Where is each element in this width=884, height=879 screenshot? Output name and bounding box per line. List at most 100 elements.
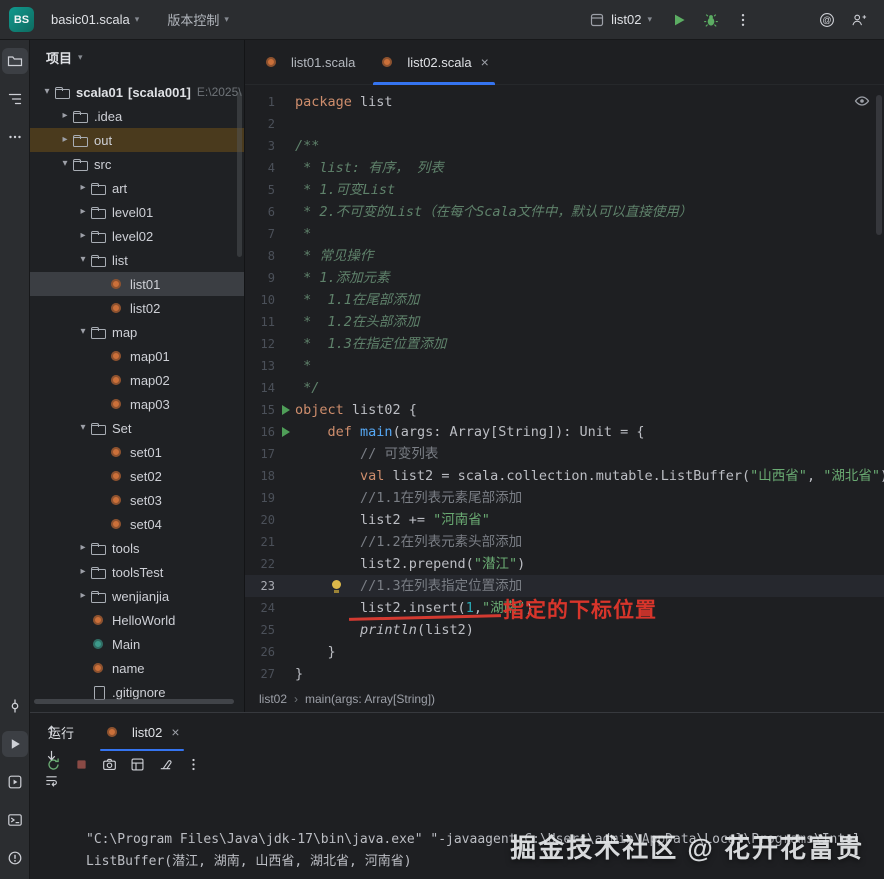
code-line-4[interactable]: 4 * list: 有序， 列表	[245, 157, 884, 179]
chevron-down-icon[interactable]: ▾	[40, 87, 54, 97]
line-number[interactable]: 2	[245, 113, 275, 135]
chevron-right-icon[interactable]: ▸	[76, 231, 90, 241]
editor-tab-list02-scala[interactable]: list02.scala ×	[367, 40, 501, 85]
services-tool-button[interactable]	[2, 769, 28, 795]
line-number[interactable]: 10	[245, 289, 275, 311]
tree-item-list01[interactable]: list01	[30, 272, 244, 296]
run-tool-tool-button[interactable]	[1, 731, 28, 757]
tree-item-helloworld[interactable]: HelloWorld	[30, 608, 244, 632]
close-icon[interactable]: ×	[481, 54, 489, 70]
line-number[interactable]: 15	[245, 399, 275, 421]
code-line-12[interactable]: 12 * 1.3在指定位置添加	[245, 333, 884, 355]
run-gutter-icon[interactable]	[279, 399, 295, 421]
line-number[interactable]: 12	[245, 333, 275, 355]
ai-assistant-button[interactable]: @	[814, 7, 840, 33]
tree-item-out[interactable]: ▸ out	[30, 128, 244, 152]
code-line-7[interactable]: 7 *	[245, 223, 884, 245]
code-area[interactable]: 1 package list 2 3/** 4 * list: 有序， 列表 5 * 1.…	[245, 85, 884, 685]
line-number[interactable]: 26	[245, 641, 275, 663]
tree-item-main[interactable]: Main	[30, 632, 244, 656]
structure-tool-button[interactable]	[2, 86, 28, 112]
code-line-2[interactable]: 2	[245, 113, 884, 135]
tree-item-set02[interactable]: set02	[30, 464, 244, 488]
chevron-right-icon[interactable]: ▸	[76, 183, 90, 193]
kebab-button[interactable]	[186, 757, 201, 772]
line-number[interactable]: 8	[245, 245, 275, 267]
line-number[interactable]: 1	[245, 91, 275, 113]
line-number[interactable]: 25	[245, 619, 275, 641]
tree-item-name[interactable]: name	[30, 656, 244, 680]
line-number[interactable]: 24	[245, 597, 275, 619]
code-line-26[interactable]: 26 }	[245, 641, 884, 663]
chevron-right-icon[interactable]: ▸	[76, 543, 90, 553]
editor-scrollbar[interactable]	[876, 95, 882, 235]
line-number[interactable]: 23	[245, 575, 275, 597]
tree-item-scala01[interactable]: ▾ scala01 [scala001] E:\2025\	[30, 80, 244, 104]
tree-item-wenjianjia[interactable]: ▸ wenjianjia	[30, 584, 244, 608]
breadcrumb-item[interactable]: list02	[259, 692, 287, 706]
code-line-9[interactable]: 9 * 1.添加元素	[245, 267, 884, 289]
up-button[interactable]	[44, 723, 59, 738]
code-line-21[interactable]: 21 //1.2在列表元素头部添加	[245, 531, 884, 553]
restore-layout-button[interactable]	[130, 757, 145, 772]
code-line-22[interactable]: 22 list2.prepend("潜江")	[245, 553, 884, 575]
line-number[interactable]: 13	[245, 355, 275, 377]
line-number[interactable]: 27	[245, 663, 275, 685]
tree-item-toolstest[interactable]: ▸ toolsTest	[30, 560, 244, 584]
project-scrollbar-vertical[interactable]	[237, 92, 242, 257]
tree-item-map03[interactable]: map03	[30, 392, 244, 416]
run-config-selector[interactable]: list02 ▾	[581, 8, 660, 32]
code-line-14[interactable]: 14 */	[245, 377, 884, 399]
tree-item-idea[interactable]: ▸ .idea	[30, 104, 244, 128]
debug-button[interactable]	[698, 7, 724, 33]
chevron-down-icon[interactable]: ▾	[76, 255, 90, 265]
chevron-right-icon[interactable]: ▸	[76, 567, 90, 577]
chevron-right-icon[interactable]: ▸	[76, 591, 90, 601]
run-tab-list02[interactable]: list02 ×	[100, 713, 184, 751]
more-tool-button[interactable]	[2, 124, 28, 150]
tree-item-art[interactable]: ▸ art	[30, 176, 244, 200]
code-with-me-button[interactable]	[846, 7, 872, 33]
tree-item-src[interactable]: ▾ src	[30, 152, 244, 176]
code-line-25[interactable]: 25 println(list2)	[245, 619, 884, 641]
intention-bulb-icon[interactable]	[331, 580, 342, 593]
line-number[interactable]: 16	[245, 421, 275, 443]
app-logo[interactable]: BS	[9, 7, 34, 32]
tree-item-list[interactable]: ▾ list	[30, 248, 244, 272]
code-line-24[interactable]: 24 list2.insert(1,"湖南") 指定的下标位置	[245, 597, 884, 622]
tree-item-tools[interactable]: ▸ tools	[30, 536, 244, 560]
project-scrollbar-horizontal[interactable]	[34, 699, 234, 704]
line-number[interactable]: 17	[245, 443, 275, 465]
tree-item-set04[interactable]: set04	[30, 512, 244, 536]
tree-item-map02[interactable]: map02	[30, 368, 244, 392]
editor-tab-list01-scala[interactable]: list01.scala	[251, 40, 367, 84]
project-panel-header[interactable]: 项目 ▾	[30, 40, 244, 74]
line-number[interactable]: 22	[245, 553, 275, 575]
terminal-tool-button[interactable]	[2, 807, 28, 833]
line-number[interactable]: 18	[245, 465, 275, 487]
chevron-right-icon[interactable]: ▸	[58, 135, 72, 145]
code-line-19[interactable]: 19 //1.1在列表元素尾部添加	[245, 487, 884, 509]
tree-item-set03[interactable]: set03	[30, 488, 244, 512]
code-line-10[interactable]: 10 * 1.1在尾部添加	[245, 289, 884, 311]
tree-item-set01[interactable]: set01	[30, 440, 244, 464]
line-number[interactable]: 6	[245, 201, 275, 223]
chevron-right-icon[interactable]: ▸	[76, 207, 90, 217]
breadcrumb-item[interactable]: main(args: Array[String])	[305, 692, 435, 706]
line-number[interactable]: 14	[245, 377, 275, 399]
code-line-27[interactable]: 27}	[245, 663, 884, 685]
down-button[interactable]	[44, 748, 59, 763]
soft-wrap-button[interactable]	[44, 773, 59, 788]
code-line-23[interactable]: 23 //1.3在列表指定位置添加	[245, 575, 884, 597]
eye-icon[interactable]	[854, 93, 870, 109]
line-number[interactable]: 5	[245, 179, 275, 201]
project-tool-button[interactable]	[1, 48, 28, 74]
stop-button[interactable]	[74, 757, 89, 772]
chevron-down-icon[interactable]: ▾	[76, 423, 90, 433]
thread-dump-button[interactable]	[102, 757, 117, 772]
run-gutter-icon[interactable]	[279, 421, 295, 443]
run-button[interactable]	[666, 7, 692, 33]
tree-item-map01[interactable]: map01	[30, 344, 244, 368]
line-number[interactable]: 20	[245, 509, 275, 531]
code-line-5[interactable]: 5 * 1.可变List	[245, 179, 884, 201]
